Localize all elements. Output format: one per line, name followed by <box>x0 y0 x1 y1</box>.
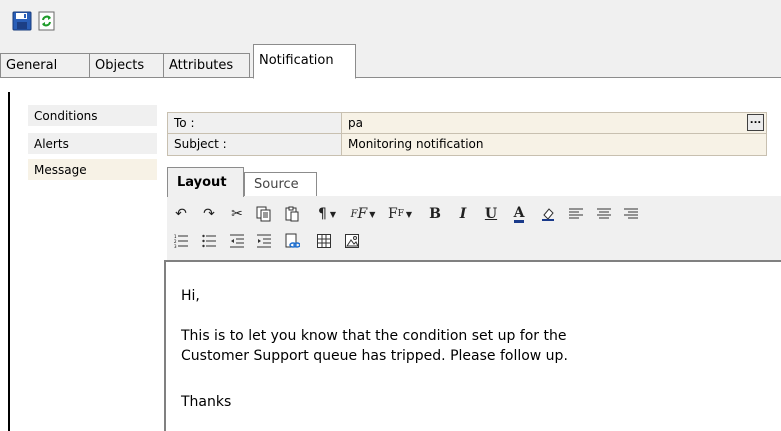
insert-table-icon[interactable] <box>313 230 335 252</box>
tab-objects[interactable]: Objects <box>89 53 164 77</box>
paragraph-format-icon[interactable]: ¶ ▼ <box>313 203 341 225</box>
insert-link-icon[interactable] <box>281 230 303 252</box>
message-greeting: Hi, <box>181 288 200 304</box>
subject-label: Subject : <box>168 134 342 155</box>
message-body-line2: Customer Support queue has tripped. Plea… <box>181 348 568 364</box>
sidebar-item-message[interactable]: Message <box>28 159 157 181</box>
sidebar-item-alerts[interactable]: Alerts <box>28 133 157 155</box>
align-left-icon[interactable] <box>565 203 587 225</box>
sidebar-item-label: Message <box>34 163 87 177</box>
insert-image-icon[interactable] <box>341 230 363 252</box>
tab-label: Notification <box>259 53 334 68</box>
paste-icon[interactable] <box>281 203 303 225</box>
tab-label: Source <box>254 177 299 192</box>
svg-text:3: 3 <box>174 244 177 248</box>
subject-value: Monitoring notification <box>348 137 484 151</box>
tab-label: General <box>6 58 58 73</box>
highlight-icon[interactable] <box>537 203 559 225</box>
tab-notification[interactable]: Notification <box>253 44 356 79</box>
font-size-icon[interactable]: F F ▼ <box>385 203 415 225</box>
indent-icon[interactable] <box>253 230 275 252</box>
unordered-list-icon[interactable] <box>198 230 220 252</box>
undo-icon[interactable]: ↶ <box>170 203 192 225</box>
tab-general[interactable]: General <box>0 53 90 77</box>
message-body-line1: This is to let you know that the conditi… <box>181 328 567 344</box>
address-book-button[interactable]: ... <box>747 114 764 131</box>
to-field[interactable]: pa ... <box>342 113 766 133</box>
to-row: To : pa ... <box>167 112 767 134</box>
top-toolbar <box>0 0 781 34</box>
align-center-icon[interactable] <box>593 203 615 225</box>
editor-toolbar: ↶ ↷ ✂ ¶ ▼ F F ▼ F F ▼ B I U A 123 <box>167 196 781 260</box>
outdent-icon[interactable] <box>226 230 248 252</box>
subject-row: Subject : Monitoring notification <box>167 134 767 156</box>
tab-label: Attributes <box>169 58 234 73</box>
sidebar-item-label: Conditions <box>34 109 98 123</box>
bold-icon[interactable]: B <box>424 203 446 225</box>
floppy-disk-icon[interactable] <box>11 10 33 32</box>
tab-attributes[interactable]: Attributes <box>163 53 250 77</box>
copy-icon[interactable] <box>253 203 275 225</box>
sidebar-item-label: Alerts <box>34 137 69 151</box>
font-family-icon[interactable]: F F ▼ <box>348 203 378 225</box>
to-label: To : <box>168 113 342 133</box>
subject-field[interactable]: Monitoring notification <box>342 134 766 155</box>
to-value: pa <box>348 116 363 130</box>
message-editor[interactable]: Hi, This is to let you know that the con… <box>164 260 781 431</box>
tab-source[interactable]: Source <box>244 172 317 196</box>
align-right-icon[interactable] <box>620 203 642 225</box>
redo-icon[interactable]: ↷ <box>198 203 220 225</box>
tab-layout[interactable]: Layout <box>167 167 244 197</box>
tab-label: Objects <box>95 58 145 73</box>
font-color-icon[interactable]: A <box>508 203 530 225</box>
cut-icon[interactable]: ✂ <box>226 203 248 225</box>
ordered-list-icon[interactable]: 123 <box>170 230 192 252</box>
message-closing: Thanks <box>181 394 232 410</box>
refresh-icon[interactable] <box>36 10 58 32</box>
left-border <box>8 92 10 431</box>
underline-icon[interactable]: U <box>480 203 502 225</box>
tab-label: Layout <box>177 175 227 190</box>
italic-icon[interactable]: I <box>452 203 474 225</box>
sidebar-item-conditions[interactable]: Conditions <box>28 105 157 127</box>
